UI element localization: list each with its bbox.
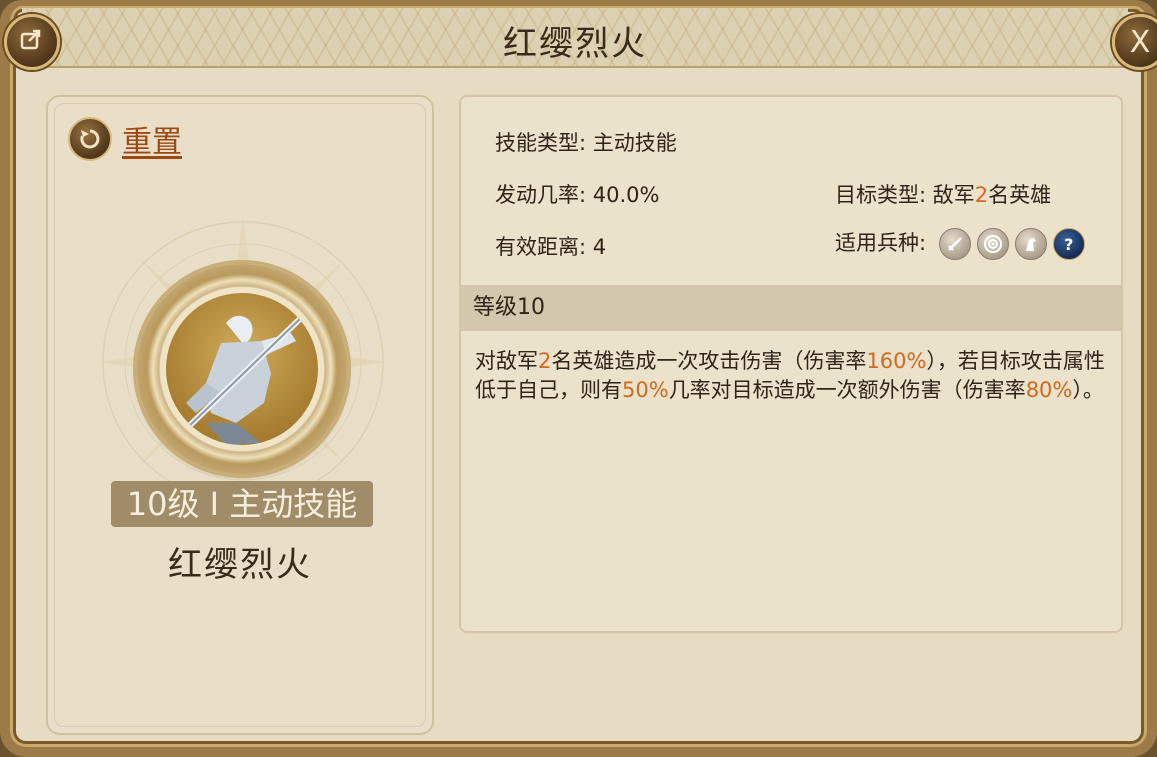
question-icon[interactable]: ?: [1052, 228, 1085, 260]
share-button[interactable]: [4, 14, 60, 70]
target-icon[interactable]: [976, 228, 1009, 260]
skill-summary-panel: 重置 10级 I 主动技能 红缨烈火: [46, 95, 434, 735]
close-icon: X: [1129, 24, 1151, 60]
horse-icon[interactable]: [1014, 228, 1047, 260]
unit-type-row: 适用兵种: ?: [835, 227, 1085, 260]
skill-type-value: 主动技能: [592, 131, 677, 155]
sword-icon[interactable]: [938, 228, 971, 260]
skill-detail-panel: 技能类型: 主动技能 发动几率: 40.0% 目标类型: 敌军2名英雄 有效距离…: [459, 95, 1123, 633]
skill-portrait: [137, 264, 347, 474]
warrior-icon: [166, 293, 318, 445]
skill-type-label: 技能类型:: [495, 131, 587, 155]
target-type-row: 目标类型: 敌军2名英雄: [835, 179, 1051, 209]
trigger-rate-row: 发动几率: 40.0%: [495, 179, 659, 209]
reset-label: 重置: [122, 125, 182, 160]
range-label: 有效距离:: [495, 235, 587, 259]
skill-name: 红缨烈火: [168, 545, 312, 585]
sunburst-emblem: [98, 217, 388, 507]
trigger-rate-label: 发动几率:: [495, 183, 587, 207]
level-type-badge: 10级 I 主动技能: [111, 481, 373, 527]
reset-button[interactable]: 重置: [68, 117, 182, 161]
share-icon: [19, 26, 45, 59]
unit-type-label: 适用兵种:: [835, 231, 927, 255]
skill-description: 对敌军2名英雄造成一次攻击伤害（伤害率160%），若目标攻击属性低于自己，则有5…: [475, 349, 1105, 402]
trigger-rate-value: 40.0%: [592, 183, 660, 207]
level-header: 等级10: [461, 285, 1121, 331]
target-type-value: 敌军2名英雄: [932, 183, 1052, 207]
range-value: 4: [592, 235, 607, 259]
dialog-title: 红缨烈火: [503, 24, 647, 64]
reset-icon: [68, 117, 112, 161]
range-row: 有效距离: 4: [495, 231, 606, 261]
target-type-label: 目标类型:: [835, 183, 927, 207]
skill-type-row: 技能类型: 主动技能: [495, 127, 677, 157]
title-bar: 红缨烈火: [22, 8, 1128, 68]
